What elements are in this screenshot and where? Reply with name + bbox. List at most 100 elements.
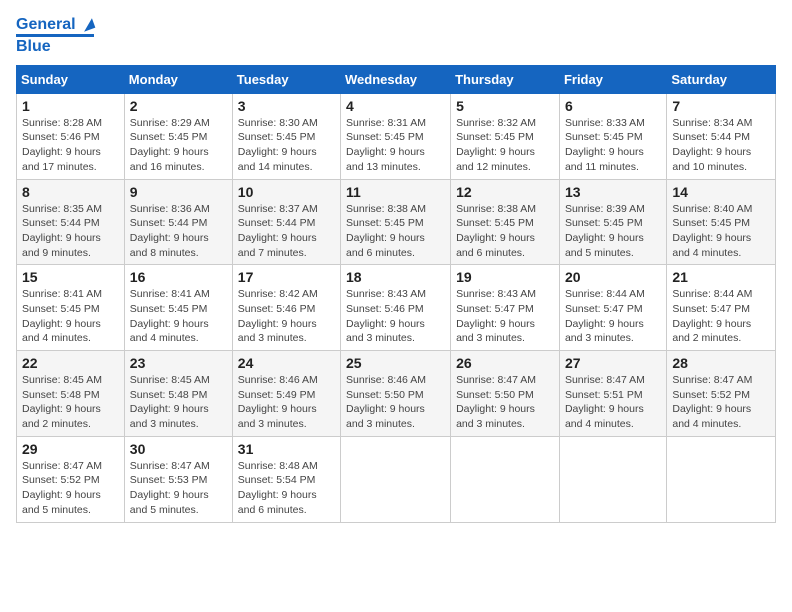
day-number: 12 [456, 184, 554, 200]
day-info: Sunrise: 8:39 AMSunset: 5:45 PMDaylight:… [565, 202, 661, 261]
day-number: 25 [346, 355, 445, 371]
calendar-cell [341, 436, 451, 522]
day-info: Sunrise: 8:36 AMSunset: 5:44 PMDaylight:… [130, 202, 227, 261]
day-info: Sunrise: 8:47 AMSunset: 5:53 PMDaylight:… [130, 459, 227, 518]
day-info: Sunrise: 8:32 AMSunset: 5:45 PMDaylight:… [456, 116, 554, 175]
day-number: 20 [565, 269, 661, 285]
day-number: 2 [130, 98, 227, 114]
day-number: 11 [346, 184, 445, 200]
calendar-cell: 14 Sunrise: 8:40 AMSunset: 5:45 PMDayligh… [667, 179, 776, 265]
day-number: 21 [672, 269, 770, 285]
day-info: Sunrise: 8:28 AMSunset: 5:46 PMDaylight:… [22, 116, 119, 175]
calendar-cell: 15 Sunrise: 8:41 AMSunset: 5:45 PMDayligh… [17, 265, 125, 351]
calendar-cell: 2 Sunrise: 8:29 AMSunset: 5:45 PMDaylight… [124, 93, 232, 179]
day-number: 23 [130, 355, 227, 371]
day-number: 14 [672, 184, 770, 200]
day-number: 3 [238, 98, 335, 114]
day-info: Sunrise: 8:45 AMSunset: 5:48 PMDaylight:… [22, 373, 119, 432]
header-wednesday: Wednesday [341, 65, 451, 93]
header: General Blue [16, 16, 776, 57]
calendar-cell: 20 Sunrise: 8:44 AMSunset: 5:47 PMDayligh… [559, 265, 666, 351]
calendar-cell: 26Sunrise: 8:47 AMSunset: 5:50 PMDayligh… [451, 351, 560, 437]
calendar-cell [667, 436, 776, 522]
day-info: Sunrise: 8:44 AMSunset: 5:47 PMDaylight:… [672, 287, 770, 346]
day-number: 9 [130, 184, 227, 200]
day-info: Sunrise: 8:46 AMSunset: 5:49 PMDaylight:… [238, 373, 335, 432]
calendar-cell [559, 436, 666, 522]
day-info: Sunrise: 8:41 AMSunset: 5:45 PMDaylight:… [130, 287, 227, 346]
calendar-header-row: SundayMondayTuesdayWednesdayThursdayFrid… [17, 65, 776, 93]
day-number: 27 [565, 355, 661, 371]
calendar-cell: 3 Sunrise: 8:30 AMSunset: 5:45 PMDaylight… [232, 93, 340, 179]
day-number: 24 [238, 355, 335, 371]
calendar-cell: 28 Sunrise: 8:47 AMSunset: 5:52 PMDayligh… [667, 351, 776, 437]
day-info: Sunrise: 8:40 AMSunset: 5:45 PMDaylight:… [672, 202, 770, 261]
calendar-cell: 10Sunrise: 8:37 AMSunset: 5:44 PMDayligh… [232, 179, 340, 265]
calendar-cell: 27 Sunrise: 8:47 AMSunset: 5:51 PMDayligh… [559, 351, 666, 437]
calendar-cell: 4Sunrise: 8:31 AMSunset: 5:45 PMDaylight… [341, 93, 451, 179]
day-info: Sunrise: 8:47 AMSunset: 5:52 PMDaylight:… [672, 373, 770, 432]
day-number: 4 [346, 98, 445, 114]
day-number: 22 [22, 355, 119, 371]
calendar-cell: 24 Sunrise: 8:46 AMSunset: 5:49 PMDayligh… [232, 351, 340, 437]
day-info: Sunrise: 8:44 AMSunset: 5:47 PMDaylight:… [565, 287, 661, 346]
calendar-cell: 6 Sunrise: 8:33 AMSunset: 5:45 PMDaylight… [559, 93, 666, 179]
day-number: 6 [565, 98, 661, 114]
logo-text: General Blue [16, 16, 94, 57]
day-number: 31 [238, 441, 335, 457]
day-number: 10 [238, 184, 335, 200]
day-info: Sunrise: 8:41 AMSunset: 5:45 PMDaylight:… [22, 287, 119, 346]
day-number: 16 [130, 269, 227, 285]
calendar-week-row: 22 Sunrise: 8:45 AMSunset: 5:48 PMDayligh… [17, 351, 776, 437]
calendar-cell: 16 Sunrise: 8:41 AMSunset: 5:45 PMDayligh… [124, 265, 232, 351]
day-number: 8 [22, 184, 119, 200]
day-info: Sunrise: 8:45 AMSunset: 5:48 PMDaylight:… [130, 373, 227, 432]
day-info: Sunrise: 8:42 AMSunset: 5:46 PMDaylight:… [238, 287, 335, 346]
calendar-cell: 29 Sunrise: 8:47 AMSunset: 5:52 PMDayligh… [17, 436, 125, 522]
calendar-cell: 13 Sunrise: 8:39 AMSunset: 5:45 PMDayligh… [559, 179, 666, 265]
header-friday: Friday [559, 65, 666, 93]
calendar-cell: 8 Sunrise: 8:35 AMSunset: 5:44 PMDaylight… [17, 179, 125, 265]
calendar-week-row: 8 Sunrise: 8:35 AMSunset: 5:44 PMDaylight… [17, 179, 776, 265]
header-sunday: Sunday [17, 65, 125, 93]
calendar-cell: 12Sunrise: 8:38 AMSunset: 5:45 PMDayligh… [451, 179, 560, 265]
day-info: Sunrise: 8:33 AMSunset: 5:45 PMDaylight:… [565, 116, 661, 175]
calendar-week-row: 29 Sunrise: 8:47 AMSunset: 5:52 PMDayligh… [17, 436, 776, 522]
calendar-cell: 22 Sunrise: 8:45 AMSunset: 5:48 PMDayligh… [17, 351, 125, 437]
calendar-table: SundayMondayTuesdayWednesdayThursdayFrid… [16, 65, 776, 523]
calendar-cell [451, 436, 560, 522]
calendar-cell: 21 Sunrise: 8:44 AMSunset: 5:47 PMDayligh… [667, 265, 776, 351]
day-number: 26 [456, 355, 554, 371]
calendar-cell: 31 Sunrise: 8:48 AMSunset: 5:54 PMDayligh… [232, 436, 340, 522]
day-info: Sunrise: 8:47 AMSunset: 5:52 PMDaylight:… [22, 459, 119, 518]
day-number: 29 [22, 441, 119, 457]
day-info: Sunrise: 8:34 AMSunset: 5:44 PMDaylight:… [672, 116, 770, 175]
calendar-cell: 23 Sunrise: 8:45 AMSunset: 5:48 PMDayligh… [124, 351, 232, 437]
day-info: Sunrise: 8:35 AMSunset: 5:44 PMDaylight:… [22, 202, 119, 261]
day-number: 13 [565, 184, 661, 200]
day-info: Sunrise: 8:48 AMSunset: 5:54 PMDaylight:… [238, 459, 335, 518]
day-number: 15 [22, 269, 119, 285]
calendar-cell: 7 Sunrise: 8:34 AMSunset: 5:44 PMDaylight… [667, 93, 776, 179]
calendar-cell: 30 Sunrise: 8:47 AMSunset: 5:53 PMDayligh… [124, 436, 232, 522]
day-number: 5 [456, 98, 554, 114]
day-number: 17 [238, 269, 335, 285]
calendar-cell: 1 Sunrise: 8:28 AMSunset: 5:46 PMDaylight… [17, 93, 125, 179]
header-saturday: Saturday [667, 65, 776, 93]
calendar-cell: 25Sunrise: 8:46 AMSunset: 5:50 PMDayligh… [341, 351, 451, 437]
day-number: 28 [672, 355, 770, 371]
day-info: Sunrise: 8:29 AMSunset: 5:45 PMDaylight:… [130, 116, 227, 175]
header-thursday: Thursday [451, 65, 560, 93]
calendar-cell: 19 Sunrise: 8:43 AMSunset: 5:47 PMDayligh… [451, 265, 560, 351]
day-number: 18 [346, 269, 445, 285]
day-number: 1 [22, 98, 119, 114]
day-info: Sunrise: 8:43 AMSunset: 5:47 PMDaylight:… [456, 287, 554, 346]
header-monday: Monday [124, 65, 232, 93]
calendar-cell: 18Sunrise: 8:43 AMSunset: 5:46 PMDayligh… [341, 265, 451, 351]
calendar-week-row: 15 Sunrise: 8:41 AMSunset: 5:45 PMDayligh… [17, 265, 776, 351]
day-number: 19 [456, 269, 554, 285]
day-number: 7 [672, 98, 770, 114]
day-number: 30 [130, 441, 227, 457]
day-info: Sunrise: 8:47 AMSunset: 5:51 PMDaylight:… [565, 373, 661, 432]
day-info: Sunrise: 8:30 AMSunset: 5:45 PMDaylight:… [238, 116, 335, 175]
